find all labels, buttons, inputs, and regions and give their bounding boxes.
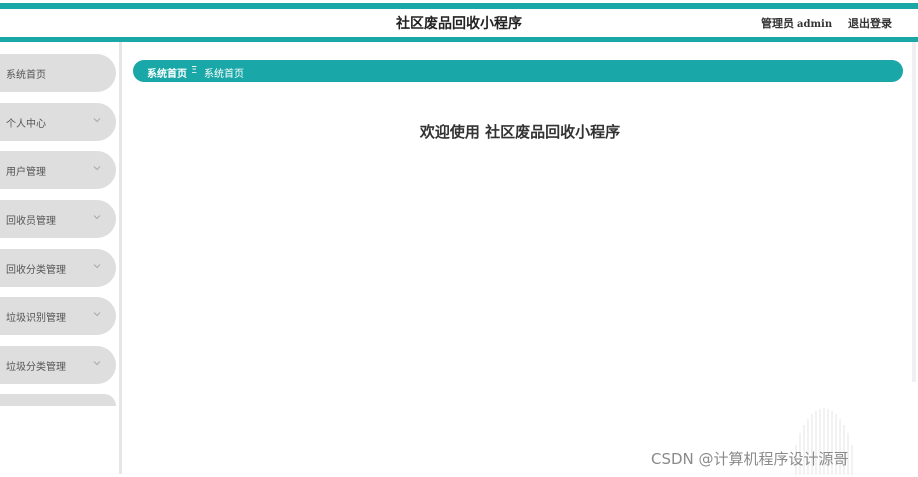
sidebar: 系统首页 个人中心 用户管理 回收员管理 回收分类管理 垃圾识别管理 垃圾分类管…: [0, 42, 120, 477]
sidebar-item-label: 回收员管理: [6, 216, 56, 227]
breadcrumb: 系统首页 Ξ 系统首页: [133, 60, 903, 82]
sidebar-item-label: 垃圾分类管理: [6, 362, 66, 373]
sidebar-divider: [119, 42, 122, 474]
watermark: CSDN @计算机程序设计源哥: [651, 450, 849, 468]
sidebar-item-label: 系统首页: [6, 70, 46, 81]
user-info: 管理员 admin: [761, 15, 832, 31]
sidebar-item-collector-management[interactable]: 回收员管理: [0, 200, 116, 238]
chevron-down-icon: [93, 264, 101, 269]
logout-button[interactable]: 退出登录: [848, 15, 892, 31]
scrollbar[interactable]: [912, 42, 916, 382]
user-role: 管理员: [761, 17, 794, 30]
welcome-heading: 欢迎使用 社区废品回收小程序: [419, 123, 621, 141]
sidebar-item-partial[interactable]: [0, 394, 116, 406]
sidebar-item-label: 用户管理: [6, 167, 46, 178]
chevron-down-icon: [93, 215, 101, 220]
sidebar-item-label: 垃圾识别管理: [6, 313, 66, 324]
chevron-down-icon: [93, 312, 101, 317]
breadcrumb-home-link[interactable]: 系统首页: [147, 65, 187, 80]
sidebar-item-home[interactable]: 系统首页: [0, 54, 116, 92]
sidebar-item-personal-center[interactable]: 个人中心: [0, 103, 116, 141]
chevron-down-icon: [93, 361, 101, 366]
header-divider: [0, 37, 918, 42]
sidebar-item-label: 个人中心: [6, 119, 46, 130]
header: 社区废品回收小程序 管理员 admin 退出登录: [0, 9, 918, 37]
page: 社区废品回收小程序 管理员 admin 退出登录 系统首页 个人中心 用户管理 回…: [0, 0, 918, 477]
chevron-down-icon: [93, 118, 101, 123]
sidebar-item-label: 回收分类管理: [6, 265, 66, 276]
chevron-down-icon: [93, 166, 101, 171]
sidebar-item-recycle-category-management[interactable]: 回收分类管理: [0, 249, 116, 287]
sidebar-item-garbage-classification-management[interactable]: 垃圾分类管理: [0, 346, 116, 384]
sidebar-item-user-management[interactable]: 用户管理: [0, 151, 116, 189]
breadcrumb-separator-icon: Ξ: [191, 65, 198, 76]
user-name: admin: [797, 19, 833, 30]
sidebar-item-garbage-recognition-management[interactable]: 垃圾识别管理: [0, 297, 116, 335]
breadcrumb-current: 系统首页: [204, 69, 244, 80]
